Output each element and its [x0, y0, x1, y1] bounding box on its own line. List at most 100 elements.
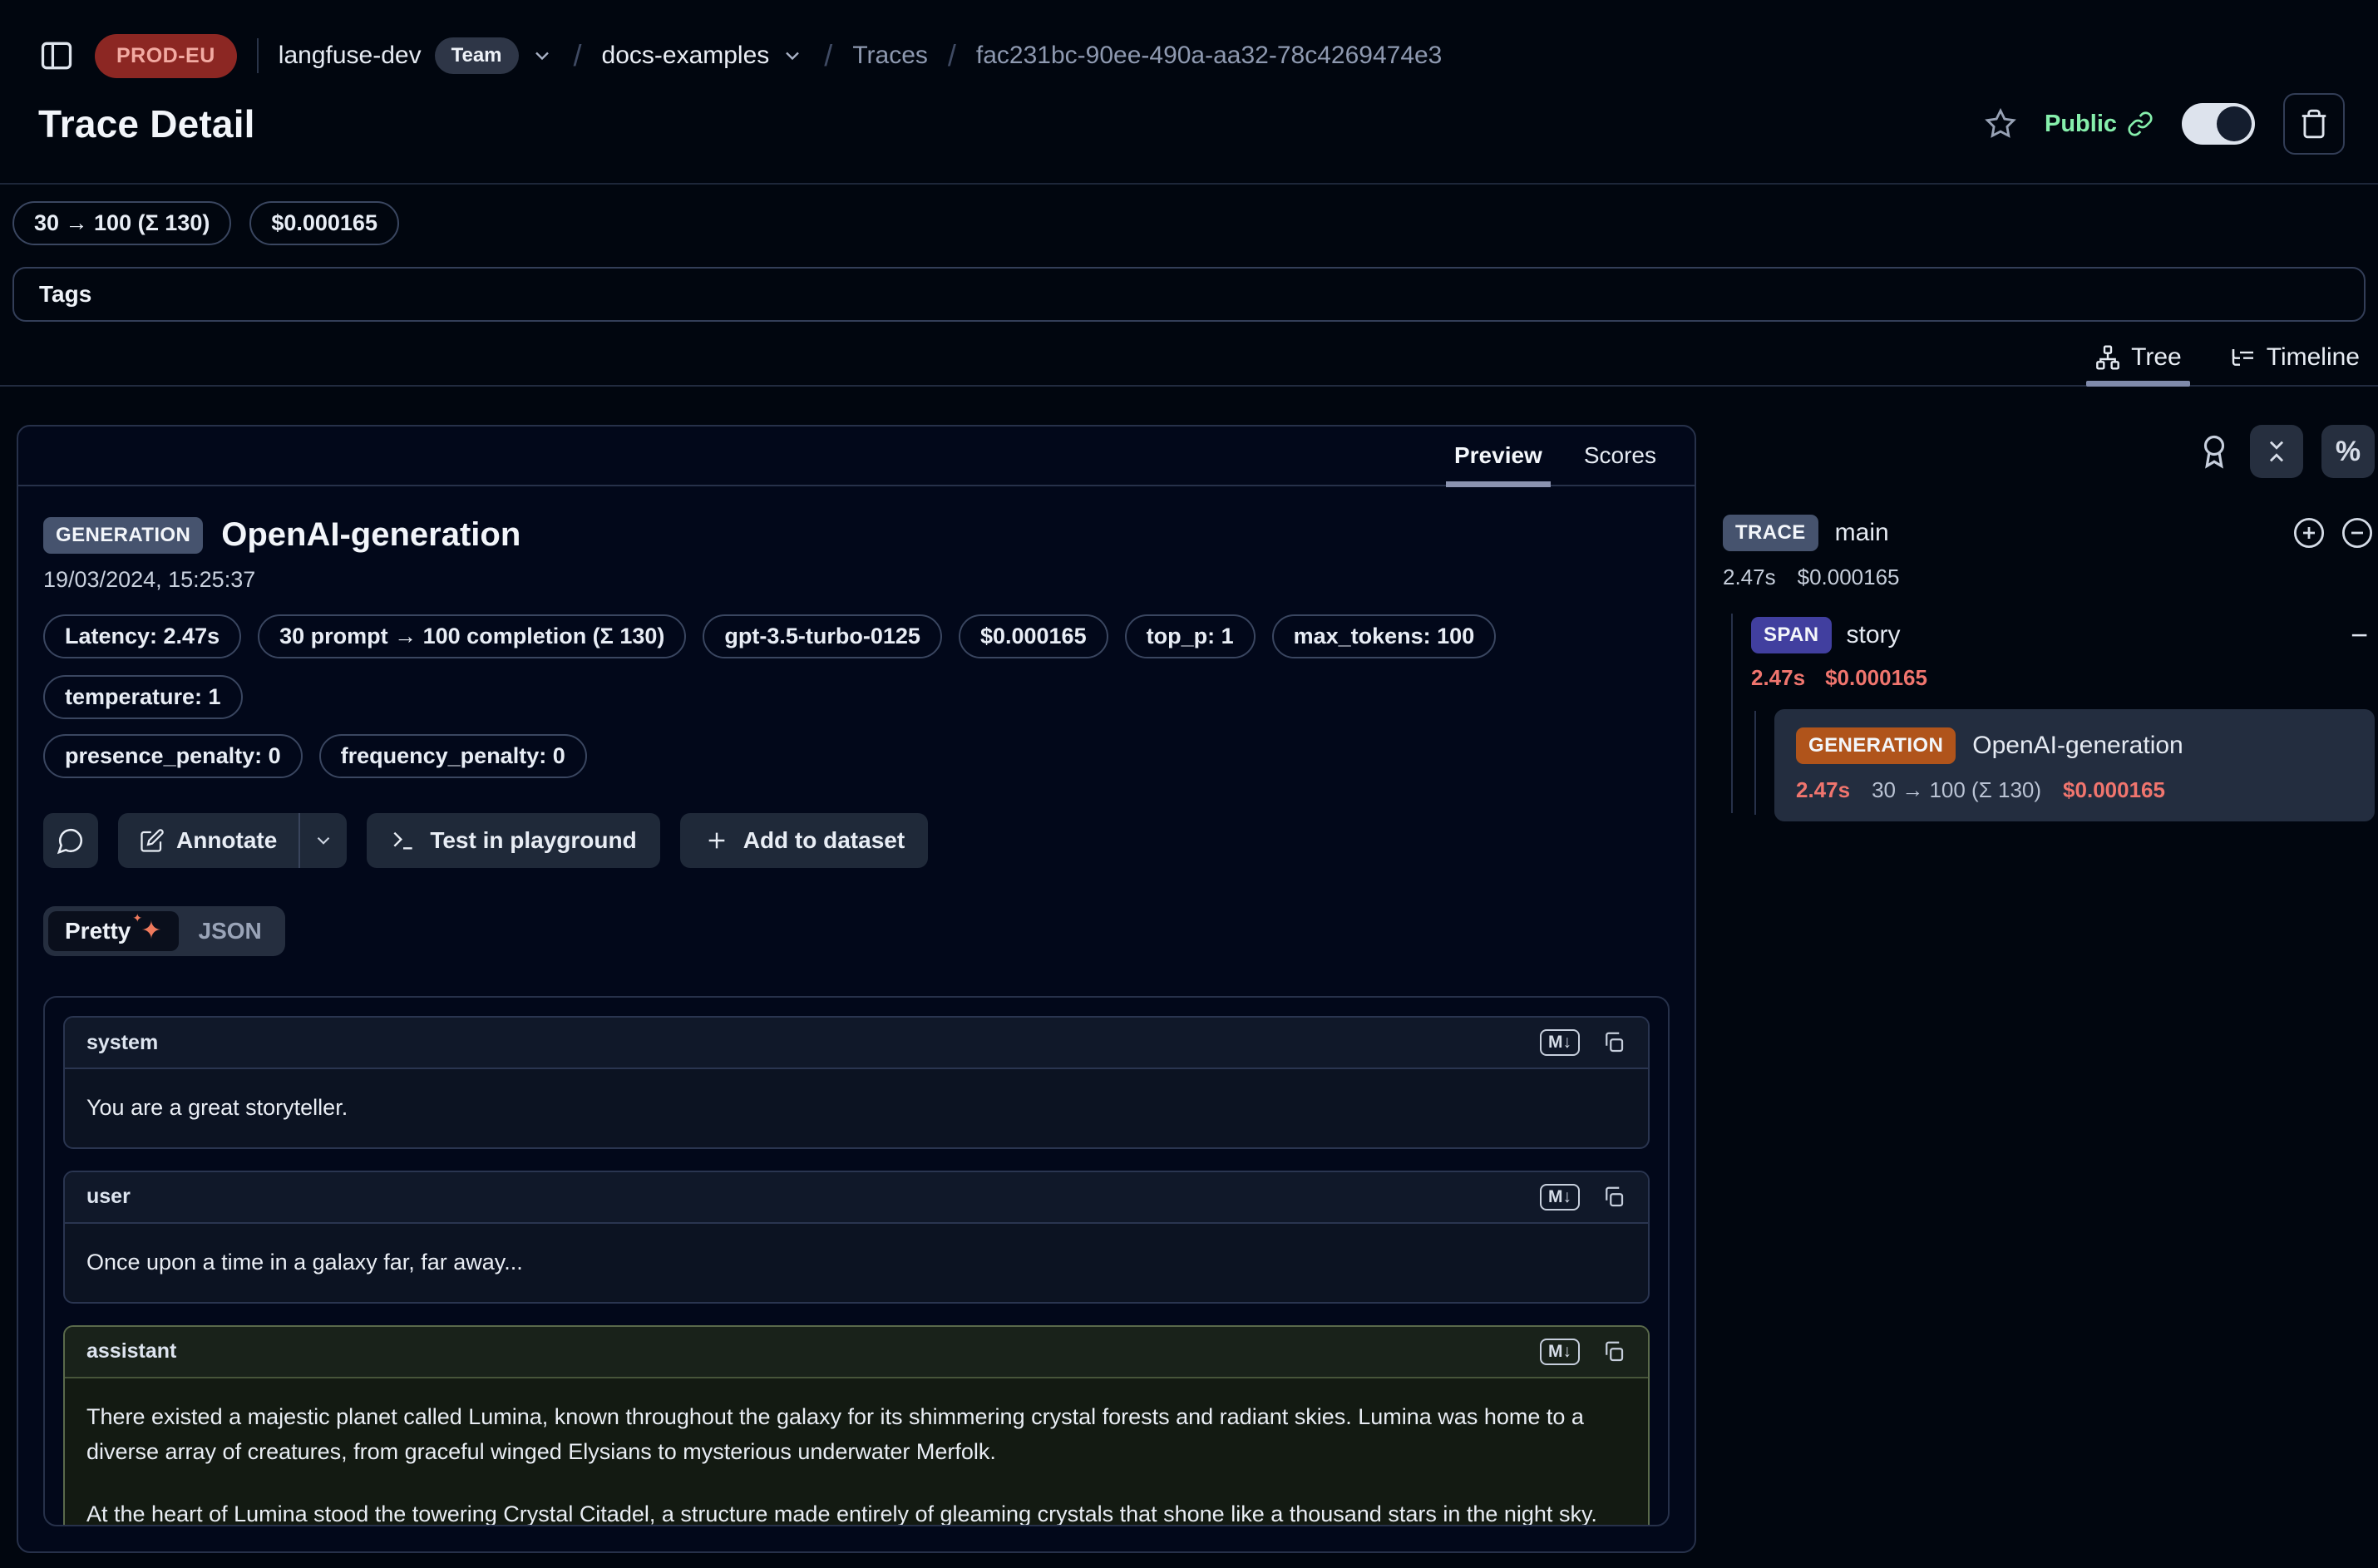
tree-node-span[interactable]: SPAN story −: [1751, 617, 2375, 653]
playground-label: Test in playground: [430, 827, 636, 854]
share-link-icon[interactable]: [2127, 111, 2154, 137]
annotate-dropdown[interactable]: [300, 813, 347, 868]
span-name: story: [1847, 621, 1901, 649]
cost-badge: $0.000165: [249, 201, 399, 245]
tags-box[interactable]: Tags: [12, 267, 2366, 322]
assistant-message-card: assistant M↓ There existed a majestic pl…: [63, 1325, 1650, 1526]
view-tabs: Tree Timeline: [0, 343, 2378, 387]
max-tokens-badge: max_tokens: 100: [1272, 614, 1497, 658]
breadcrumb: PROD-EU langfuse-dev Team docs-examples …: [38, 30, 2345, 81]
markdown-toggle-icon[interactable]: M↓: [1540, 1029, 1580, 1056]
generation-tokens: 30 → 100 (Σ 130): [1872, 777, 2041, 803]
format-pretty-button[interactable]: Pretty ✦: [48, 911, 179, 951]
terminal-icon: [390, 827, 417, 854]
span-latency: 2.47s: [1751, 665, 1805, 691]
tab-scores[interactable]: Scores: [1584, 442, 1656, 469]
annotation-award-icon[interactable]: [2197, 432, 2232, 471]
breadcrumb-org[interactable]: langfuse-dev: [279, 42, 422, 70]
test-in-playground-button[interactable]: Test in playground: [367, 813, 659, 868]
generation-badge: GENERATION: [1796, 727, 1956, 764]
trace-name: main: [1835, 519, 1889, 547]
observation-panel: Preview Scores GENERATION OpenAI-generat…: [17, 425, 1696, 1553]
format-toggle: Pretty ✦ JSON: [43, 906, 285, 956]
sidebar-toggle-icon[interactable]: [38, 37, 75, 74]
temperature-badge: temperature: 1: [43, 675, 243, 719]
message-role: user: [86, 1185, 131, 1209]
messages-container: system M↓ You are a great storyteller. u…: [43, 996, 1670, 1526]
message-role: system: [86, 1031, 158, 1055]
public-label: Public: [2045, 111, 2117, 138]
tree-node-generation-selected[interactable]: GENERATION OpenAI-generation 2.47s 30 → …: [1774, 709, 2375, 821]
markdown-toggle-icon[interactable]: M↓: [1540, 1339, 1580, 1365]
environment-badge: PROD-EU: [95, 34, 237, 78]
trace-tree-sidebar: % TRACE main 2.47s $0.000165 SPAN s: [1723, 425, 2375, 1553]
user-message-card: user M↓ Once upon a time in a galaxy far…: [63, 1171, 1650, 1304]
percent-metrics-icon[interactable]: %: [2321, 425, 2375, 478]
top-p-badge: top_p: 1: [1125, 614, 1256, 658]
public-toggle[interactable]: [2182, 103, 2255, 145]
format-json-button[interactable]: JSON: [180, 911, 280, 951]
annotate-icon: [140, 828, 165, 853]
trace-badge: TRACE: [1723, 515, 1818, 551]
tags-label: Tags: [39, 281, 91, 308]
message-role: assistant: [86, 1339, 176, 1363]
observation-name: OpenAI-generation: [221, 516, 520, 554]
sparkles-icon: ✦: [141, 919, 161, 944]
message-content: Once upon a time in a galaxy far, far aw…: [65, 1224, 1648, 1302]
markdown-toggle-icon[interactable]: M↓: [1540, 1184, 1580, 1211]
tab-timeline[interactable]: Timeline: [2225, 343, 2365, 372]
comment-button[interactable]: [43, 813, 98, 868]
dataset-label: Add to dataset: [743, 827, 905, 854]
observation-timestamp: 19/03/2024, 15:25:37: [43, 567, 1670, 593]
breadcrumb-separator: [948, 38, 956, 73]
breadcrumb-trace-id: fac231bc-90ee-490a-aa32-78c4269474e3: [976, 42, 1442, 70]
message-content: You are a great storyteller.: [65, 1069, 1648, 1147]
tree-icon: [2094, 344, 2121, 371]
toggle-knob: [2217, 106, 2252, 141]
observation-type-badge: GENERATION: [43, 517, 203, 554]
trace-summary: 30 → 100 (Σ 130) $0.000165 Tags: [0, 185, 2378, 322]
tab-tree[interactable]: Tree: [2089, 343, 2187, 372]
divider: [257, 38, 259, 73]
trace-latency: 2.47s: [1723, 565, 1776, 590]
span-cost: $0.000165: [1825, 665, 1927, 691]
comment-icon: [57, 826, 85, 855]
copy-icon[interactable]: [1601, 1339, 1626, 1364]
token-usage-badge: 30 → 100 (Σ 130): [12, 201, 231, 245]
pretty-label: Pretty: [65, 918, 131, 944]
bookmark-star-icon[interactable]: [1985, 108, 2016, 140]
collapse-all-icon[interactable]: [2340, 515, 2375, 550]
annotate-label: Annotate: [176, 827, 277, 854]
chevron-down-icon[interactable]: [781, 44, 804, 67]
breadcrumb-project[interactable]: docs-examples: [602, 42, 770, 70]
copy-icon[interactable]: [1601, 1030, 1626, 1055]
tab-tree-label: Tree: [2131, 343, 2182, 372]
trace-cost: $0.000165: [1798, 565, 1900, 590]
collapse-node-icon[interactable]: −: [2351, 618, 2368, 653]
presence-penalty-badge: presence_penalty: 0: [43, 734, 303, 778]
model-badge: gpt-3.5-turbo-0125: [703, 614, 942, 658]
cost-badge: $0.000165: [959, 614, 1108, 658]
span-badge: SPAN: [1751, 617, 1832, 653]
assistant-paragraph: At the heart of Lumina stood the towerin…: [86, 1497, 1626, 1526]
assistant-paragraph: There existed a majestic planet called L…: [86, 1400, 1626, 1470]
add-to-dataset-button[interactable]: Add to dataset: [680, 813, 928, 868]
tree-node-trace[interactable]: TRACE main: [1723, 515, 2375, 551]
breadcrumb-traces[interactable]: Traces: [852, 42, 928, 70]
plus-icon: [703, 827, 730, 854]
annotate-button[interactable]: Annotate: [118, 813, 347, 868]
org-type-badge: Team: [435, 37, 519, 74]
generation-cost: $0.000165: [2063, 777, 2165, 803]
frequency-penalty-badge: frequency_penalty: 0: [319, 734, 587, 778]
copy-icon[interactable]: [1601, 1185, 1626, 1210]
generation-latency: 2.47s: [1796, 777, 1850, 803]
collapse-vertical-icon[interactable]: [2250, 425, 2303, 478]
generation-name: OpenAI-generation: [1972, 732, 2183, 760]
token-badge: 30 prompt → 100 completion (Σ 130): [258, 614, 686, 658]
chevron-down-icon[interactable]: [530, 44, 554, 67]
tab-preview[interactable]: Preview: [1454, 442, 1542, 469]
latency-badge: Latency: 2.47s: [43, 614, 241, 658]
breadcrumb-separator: [824, 38, 832, 73]
delete-trace-button[interactable]: [2283, 93, 2345, 155]
expand-all-icon[interactable]: [2292, 515, 2326, 550]
